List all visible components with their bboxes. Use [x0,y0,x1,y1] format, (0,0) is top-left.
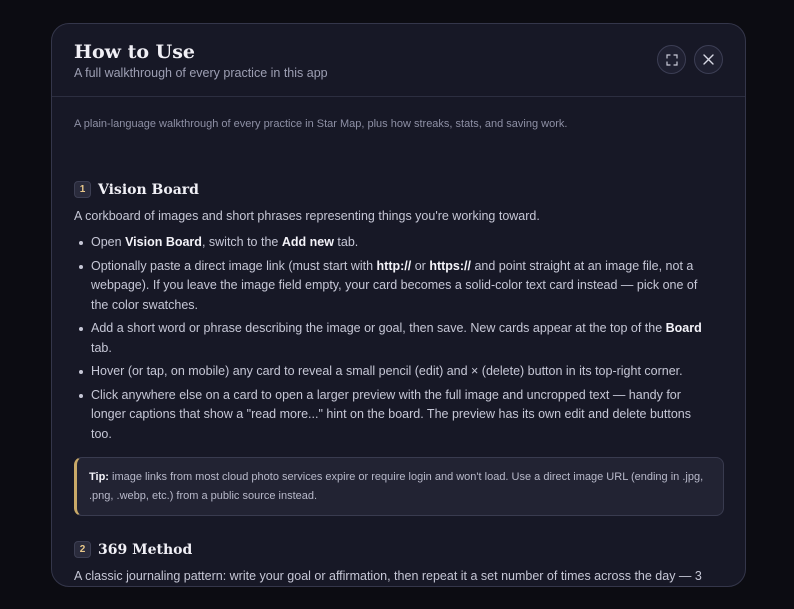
bullet-text: Open [91,235,126,249]
bullet-text: , switch to the [201,235,282,249]
list-item: Hover (or tap, on mobile) any card to re… [74,362,714,382]
bullet-bold-text: Add new [281,235,334,249]
modal-title: How to Use [74,41,196,63]
tip-callout: Tip: image links from most cloud photo s… [74,457,724,516]
bullet-text: tab. [333,235,359,249]
bullet-dot [79,264,83,269]
modal-body[interactable]: A plain-language walkthrough of every pr… [52,97,745,586]
bullet-text: Hover (or tap, on mobile) any card to re… [91,364,683,378]
bullet-text: Add a short word or phrase describing th… [91,321,666,335]
section-title: 369 Method [98,541,193,558]
bullet-text: tab. [91,340,112,355]
bullet-bold-text: http:// [376,258,412,273]
expand-button[interactable] [657,45,686,74]
list-item: Click anywhere else on a card to open a … [74,386,714,445]
section-title: Vision Board [98,181,199,198]
bullet-text: Click anywhere else on a card to open a … [91,387,691,441]
tip-label: Tip: [89,471,109,483]
expand-icon [665,53,678,66]
section-number-badge: 2 [74,541,91,558]
bullet-text: or [411,258,430,273]
intro-text: A plain-language walkthrough of every pr… [74,118,568,130]
modal-subtitle: A full walkthrough of every practice in … [74,66,328,80]
section-number-badge: 1 [74,181,91,198]
list-item: Open Vision Board, switch to the Add new… [74,233,714,253]
vision-board-steps: Open Vision Board, switch to the Add new… [74,233,714,448]
bullet-dot [79,370,83,374]
tip-text: image links from most cloud photo servic… [89,471,704,502]
section-description: A corkboard of images and short phrases … [74,209,540,223]
bullet-bold-text: https:// [429,258,471,273]
bullet-dot [79,241,83,245]
section-description: A classic journaling pattern: write your… [74,569,702,583]
modal-header: How to Use A full walkthrough of every p… [52,24,745,97]
section-369-method-heading: 2 369 Method [74,541,192,558]
close-button[interactable] [694,45,723,74]
bullet-bold-text: Board [665,321,702,335]
section-vision-board-heading: 1 Vision Board [74,181,199,198]
bullet-dot [79,327,83,331]
list-item: Add a short word or phrase describing th… [74,319,714,358]
bullet-text: Optionally paste a direct image link (mu… [91,258,377,273]
list-item: Optionally paste a direct image link (mu… [74,257,714,316]
how-to-use-modal: How to Use A full walkthrough of every p… [51,23,746,587]
bullet-bold-text: Vision Board [125,235,202,249]
bullet-dot [79,393,83,398]
close-icon [703,54,714,65]
